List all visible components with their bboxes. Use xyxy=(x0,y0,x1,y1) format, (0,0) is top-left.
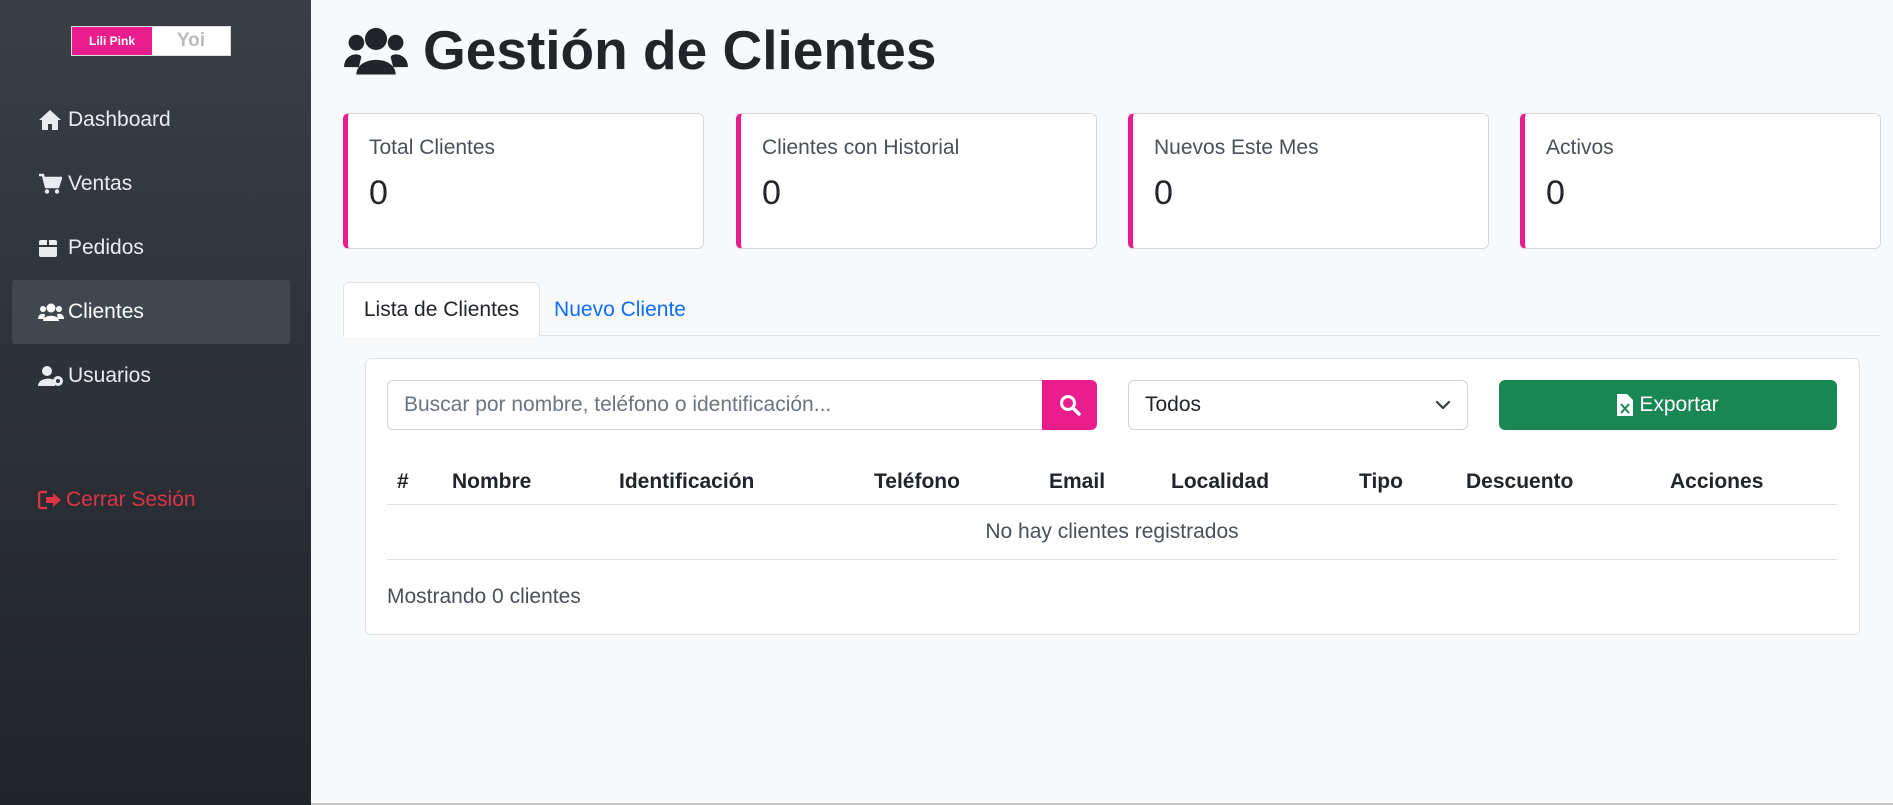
sidebar-item-label: Clientes xyxy=(68,300,144,323)
stat-label: Nuevos Este Mes xyxy=(1154,136,1319,159)
stat-label: Total Clientes xyxy=(369,136,496,159)
table-footer-count: Mostrando 0 clientes xyxy=(387,585,581,608)
table-header: # Nombre Identificación Teléfono Email L… xyxy=(387,459,1837,505)
sidebar-nav: Dashboard Ventas Pedidos Clientes Usuari… xyxy=(12,88,290,408)
column-header[interactable]: Descuento xyxy=(1466,459,1573,505)
sidebar-item-label: Usuarios xyxy=(68,364,151,387)
stat-value: 0 xyxy=(762,174,781,212)
column-header[interactable]: Identificación xyxy=(619,459,754,505)
sign-out-icon xyxy=(38,490,62,510)
sidebar: Lili Pink Yoi Dashboard Ventas Pedidos C… xyxy=(0,0,311,805)
chevron-down-icon xyxy=(1435,400,1451,410)
users-icon xyxy=(343,23,409,77)
logo-left: Lili Pink xyxy=(72,27,152,55)
tab-nuevo-cliente[interactable]: Nuevo Cliente xyxy=(540,282,700,337)
stat-label: Activos xyxy=(1546,136,1614,159)
stat-card-historial: Clientes con Historial 0 xyxy=(736,113,1097,249)
stat-card-nuevos: Nuevos Este Mes 0 xyxy=(1128,113,1489,249)
export-label: Exportar xyxy=(1639,393,1719,416)
stat-card-total: Total Clientes 0 xyxy=(343,113,704,249)
page-title: Gestión de Clientes xyxy=(343,18,936,82)
stat-value: 0 xyxy=(1154,174,1173,212)
empty-table-message: No hay clientes registrados xyxy=(387,505,1837,560)
file-excel-icon xyxy=(1617,394,1634,416)
sidebar-item-ventas[interactable]: Ventas xyxy=(12,152,290,216)
sidebar-item-pedidos[interactable]: Pedidos xyxy=(12,216,290,280)
select-value: Todos xyxy=(1145,393,1202,416)
sidebar-item-usuarios[interactable]: Usuarios xyxy=(12,344,290,408)
stat-card-activos: Activos 0 xyxy=(1520,113,1881,249)
search-input[interactable] xyxy=(387,380,1042,430)
column-header[interactable]: Localidad xyxy=(1171,459,1269,505)
sidebar-item-dashboard[interactable]: Dashboard xyxy=(12,88,290,152)
search-button[interactable] xyxy=(1042,380,1097,430)
sidebar-item-clientes[interactable]: Clientes xyxy=(12,280,290,344)
tabs: Lista de Clientes Nuevo Cliente xyxy=(343,282,1880,337)
home-icon xyxy=(38,108,64,132)
sidebar-item-label: Dashboard xyxy=(68,108,171,131)
page-title-text: Gestión de Clientes xyxy=(423,19,937,81)
column-header[interactable]: Teléfono xyxy=(874,459,960,505)
logout-link[interactable]: Cerrar Sesión xyxy=(38,488,196,512)
user-gear-icon xyxy=(38,364,64,388)
column-header[interactable]: # xyxy=(397,459,409,505)
stat-label: Clientes con Historial xyxy=(762,136,960,159)
clients-panel: Todos Exportar # Nombre Identificación T… xyxy=(365,358,1860,635)
search-group xyxy=(387,380,1097,430)
logout-label: Cerrar Sesión xyxy=(66,488,196,511)
box-icon xyxy=(38,236,64,260)
brand-logo[interactable]: Lili Pink Yoi xyxy=(71,26,231,56)
column-header[interactable]: Email xyxy=(1049,459,1105,505)
cart-icon xyxy=(38,172,64,196)
export-button[interactable]: Exportar xyxy=(1499,380,1837,430)
users-icon xyxy=(38,300,64,324)
tab-lista-clientes[interactable]: Lista de Clientes xyxy=(343,282,540,337)
stat-value: 0 xyxy=(1546,174,1565,212)
stat-value: 0 xyxy=(369,174,388,212)
client-type-select[interactable]: Todos xyxy=(1128,380,1468,430)
column-header[interactable]: Acciones xyxy=(1670,459,1763,505)
sidebar-item-label: Pedidos xyxy=(68,236,144,259)
search-icon xyxy=(1059,394,1081,416)
column-header[interactable]: Nombre xyxy=(452,459,531,505)
sidebar-item-label: Ventas xyxy=(68,172,133,195)
logo-right: Yoi xyxy=(152,27,230,55)
column-header[interactable]: Tipo xyxy=(1359,459,1403,505)
